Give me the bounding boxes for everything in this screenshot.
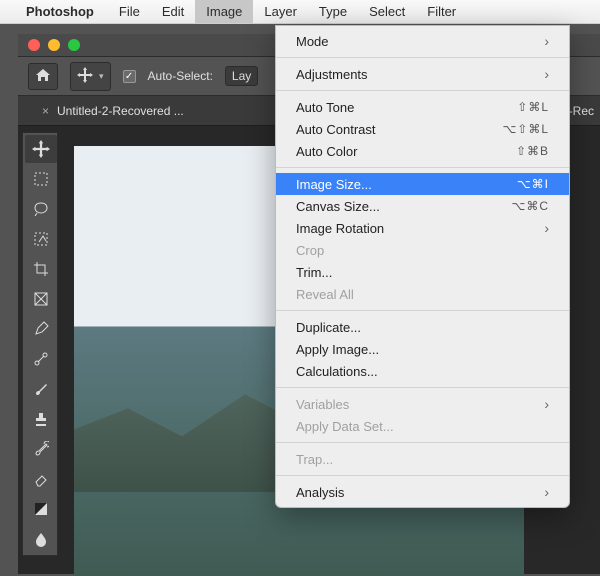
- image-menu: Mode Adjustments Auto Tone ⇧⌘L Auto Contrast…: [275, 25, 570, 508]
- auto-select-dropdown[interactable]: Lay: [225, 66, 258, 86]
- menu-item-label: Mode: [296, 34, 329, 49]
- tool-eyedropper[interactable]: [25, 315, 57, 343]
- menu-item-shortcut: ⇧⌘L: [517, 100, 549, 114]
- menu-item-label: Trim...: [296, 265, 332, 280]
- menu-item-label: Calculations...: [296, 364, 378, 379]
- menu-item-label: Analysis: [296, 485, 344, 500]
- tool-ruler[interactable]: [25, 345, 57, 373]
- tool-lasso[interactable]: [25, 195, 57, 223]
- tool-frame[interactable]: [25, 285, 57, 313]
- tool-blur[interactable]: [25, 525, 57, 553]
- menu-item-adjustments[interactable]: Adjustments: [276, 63, 569, 85]
- menubar-image[interactable]: Image: [195, 0, 253, 23]
- document-tab-title[interactable]: Untitled-2-Recovered ...: [57, 104, 184, 118]
- menu-item-apply-image[interactable]: Apply Image...: [276, 338, 569, 360]
- menu-item-duplicate[interactable]: Duplicate...: [276, 316, 569, 338]
- menubar-layer[interactable]: Layer: [253, 0, 308, 23]
- menu-item-shortcut: ⇧⌘B: [516, 144, 549, 158]
- menu-item-label: Auto Contrast: [296, 122, 376, 137]
- menu-item-shortcut: ⌥⇧⌘L: [502, 122, 549, 136]
- menu-item-shortcut: ⌥⌘I: [517, 177, 549, 191]
- tool-history-brush[interactable]: [25, 435, 57, 463]
- menu-item-image-rotation[interactable]: Image Rotation: [276, 217, 569, 239]
- menu-item-apply-data-set: Apply Data Set...: [276, 415, 569, 437]
- menu-separator: [276, 90, 569, 91]
- tool-brush[interactable]: [25, 375, 57, 403]
- menu-item-label: Auto Tone: [296, 100, 354, 115]
- menu-item-auto-contrast[interactable]: Auto Contrast ⌥⇧⌘L: [276, 118, 569, 140]
- menu-item-trap: Trap...: [276, 448, 569, 470]
- menu-item-label: Image Rotation: [296, 221, 384, 236]
- chevron-down-icon: ▾: [99, 71, 104, 82]
- menu-item-label: Reveal All: [296, 287, 354, 302]
- window-zoom-button[interactable]: [68, 39, 80, 51]
- menu-item-label: Canvas Size...: [296, 199, 380, 214]
- menu-separator: [276, 475, 569, 476]
- menu-item-canvas-size[interactable]: Canvas Size... ⌥⌘C: [276, 195, 569, 217]
- tool-quick-select[interactable]: [25, 225, 57, 253]
- menu-item-analysis[interactable]: Analysis: [276, 481, 569, 503]
- menu-item-reveal-all: Reveal All: [276, 283, 569, 305]
- tool-move[interactable]: [25, 135, 57, 163]
- menubar-edit[interactable]: Edit: [151, 0, 195, 23]
- menu-item-label: Duplicate...: [296, 320, 361, 335]
- menu-item-crop: Crop: [276, 239, 569, 261]
- menu-item-mode[interactable]: Mode: [276, 30, 569, 52]
- tab-close-icon[interactable]: ×: [42, 104, 49, 118]
- menu-separator: [276, 442, 569, 443]
- menu-item-auto-tone[interactable]: Auto Tone ⇧⌘L: [276, 96, 569, 118]
- menu-item-label: Adjustments: [296, 67, 368, 82]
- tool-stamp[interactable]: [25, 405, 57, 433]
- home-icon: [35, 68, 51, 85]
- menu-separator: [276, 167, 569, 168]
- tool-marquee[interactable]: [25, 165, 57, 193]
- tool-gradient[interactable]: [25, 495, 57, 523]
- menubar-select[interactable]: Select: [358, 0, 416, 23]
- menu-separator: [276, 310, 569, 311]
- menubar-filter[interactable]: Filter: [416, 0, 467, 23]
- tool-eraser[interactable]: [25, 465, 57, 493]
- window-close-button[interactable]: [28, 39, 40, 51]
- home-button[interactable]: [28, 63, 58, 90]
- menubar-file[interactable]: File: [108, 0, 151, 23]
- menu-item-label: Auto Color: [296, 144, 357, 159]
- menu-item-image-size[interactable]: Image Size... ⌥⌘I: [276, 173, 569, 195]
- auto-select-checkbox[interactable]: ✓: [123, 70, 136, 83]
- menu-separator: [276, 387, 569, 388]
- menu-item-label: Variables: [296, 397, 349, 412]
- auto-select-label: Auto-Select:: [148, 69, 213, 83]
- menu-item-trim[interactable]: Trim...: [276, 261, 569, 283]
- menu-item-calculations[interactable]: Calculations...: [276, 360, 569, 382]
- move-tool-indicator[interactable]: ▾: [70, 62, 111, 91]
- tool-crop[interactable]: [25, 255, 57, 283]
- menu-item-shortcut: ⌥⌘C: [512, 199, 550, 213]
- menu-item-label: Apply Image...: [296, 342, 379, 357]
- menu-item-label: Trap...: [296, 452, 333, 467]
- menu-item-label: Apply Data Set...: [296, 419, 394, 434]
- app-name: Photoshop: [26, 4, 94, 19]
- menu-separator: [276, 57, 569, 58]
- mac-menubar: Photoshop File Edit Image Layer Type Sel…: [0, 0, 600, 24]
- menu-item-label: Crop: [296, 243, 324, 258]
- move-icon: [77, 67, 93, 86]
- menu-item-auto-color[interactable]: Auto Color ⇧⌘B: [276, 140, 569, 162]
- window-minimize-button[interactable]: [48, 39, 60, 51]
- menubar-type[interactable]: Type: [308, 0, 358, 23]
- menu-item-label: Image Size...: [296, 177, 372, 192]
- tools-panel: [22, 132, 58, 556]
- menu-item-variables: Variables: [276, 393, 569, 415]
